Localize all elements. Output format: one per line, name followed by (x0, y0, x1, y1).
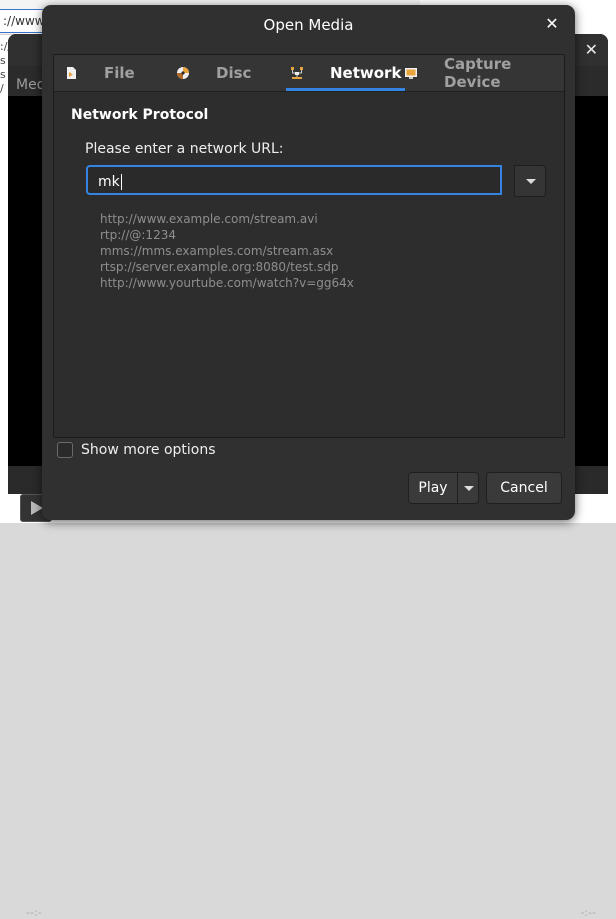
capture-device-icon (404, 66, 418, 80)
vlc-close-icon[interactable]: ✕ (585, 40, 598, 59)
tab-file[interactable]: File (64, 55, 135, 91)
tab-network[interactable]: Network (286, 55, 406, 91)
url-prompt-label: Please enter a network URL: (85, 141, 284, 157)
file-icon (64, 66, 78, 80)
play-options-dropdown[interactable] (457, 472, 479, 504)
network-icon (290, 66, 304, 80)
tab-file-label: File (104, 64, 135, 82)
url-example: rtsp://server.example.org:8080/test.sdp (100, 260, 339, 274)
tab-disc-label: Disc (216, 64, 252, 82)
network-url-input[interactable]: mk (86, 165, 502, 195)
play-button[interactable]: Play (408, 472, 458, 504)
text-caret (120, 174, 122, 190)
url-example: http://www.example.com/stream.avi (100, 212, 318, 226)
show-more-options-label: Show more options (81, 442, 216, 458)
cancel-button[interactable]: Cancel (486, 472, 562, 504)
tab-capture-device[interactable]: Capture Device (404, 55, 564, 91)
disc-icon (176, 66, 190, 80)
open-media-dialog: Open Media ✕ File Disc Network Capture D… (42, 5, 575, 520)
vlc-time-total: -:-- (580, 906, 596, 919)
section-title: Network Protocol (71, 107, 209, 123)
dialog-title: Open Media (263, 16, 354, 34)
vlc-time-elapsed: --:- (26, 906, 42, 919)
checkbox-box[interactable] (57, 442, 73, 458)
url-example: mms://mms.examples.com/stream.asx (100, 244, 334, 258)
url-example: rtp://@:1234 (100, 228, 176, 242)
tab-capture-device-label: Capture Device (444, 55, 512, 91)
url-input-value: mk (98, 174, 120, 190)
url-example: http://www.yourtube.com/watch?v=gg64x (100, 276, 354, 290)
url-history-dropdown[interactable] (514, 165, 546, 197)
show-more-options-checkbox[interactable]: Show more options (57, 442, 216, 458)
tab-disc[interactable]: Disc (176, 55, 251, 91)
close-icon[interactable]: ✕ (543, 15, 561, 33)
tab-network-label: Network (330, 64, 402, 82)
dialog-panel: File Disc Network Capture Device Network… (53, 54, 565, 438)
url-examples: http://www.example.com/stream.avi rtp://… (100, 211, 354, 291)
tab-bar: File Disc Network Capture Device (54, 55, 564, 92)
